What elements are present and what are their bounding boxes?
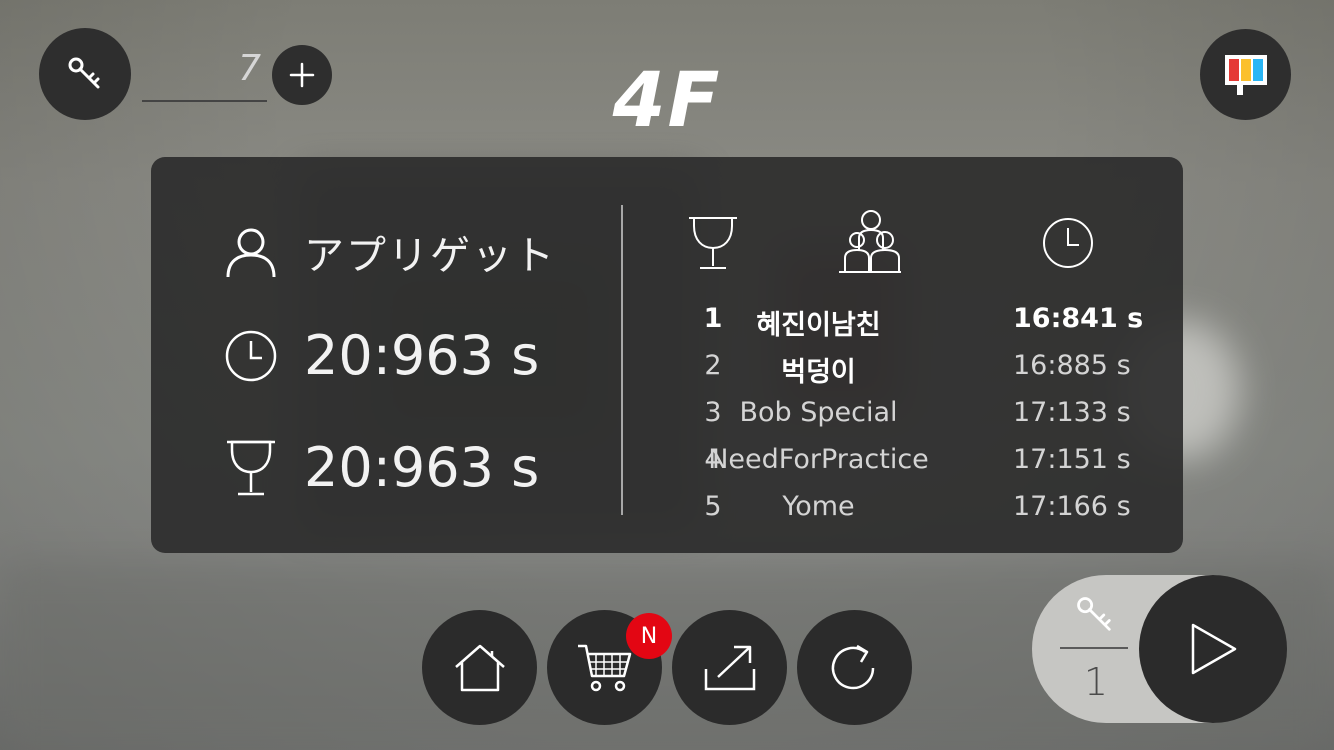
player-name: アプリゲット <box>304 233 556 279</box>
key-cost-icon <box>1072 592 1118 638</box>
share-icon <box>704 645 755 690</box>
leaderboard-row: 4 NeedForPractice 17:151 s <box>671 438 1151 485</box>
player-row: アプリゲット <box>223 223 556 281</box>
current-time: 20:963 s <box>304 324 540 387</box>
share-button[interactable] <box>672 610 787 725</box>
time-row: 20:963 s <box>223 324 539 387</box>
leaderboard-row: 5 Yome 17:166 s <box>671 485 1151 532</box>
player-name: Bob Special <box>739 397 898 428</box>
cost-divider <box>1060 647 1128 649</box>
best-time: 20:963 s <box>304 436 540 499</box>
retry-icon <box>831 644 874 689</box>
leaderboard-row: 1 혜진이남친 16:841 s <box>671 297 1151 344</box>
clock-icon <box>223 328 279 384</box>
home-button[interactable] <box>422 610 537 725</box>
ranking-board-button[interactable] <box>1200 29 1291 120</box>
record-time: 17:133 s <box>1013 397 1131 428</box>
cart-icon <box>577 644 631 691</box>
player-name: 벅덩이 <box>781 357 856 388</box>
result-panel: アプリゲット 20:963 s 20:963 s 1 혜진이남친 16:841 … <box>151 157 1183 553</box>
play-icon <box>1191 623 1237 675</box>
leaderboard-list: 1 혜진이남친 16:841 s 2 벅덩이 16:885 s 3 Bob Sp… <box>671 297 1151 532</box>
player-name: NeedForPractice <box>708 444 929 475</box>
user-icon <box>223 224 279 280</box>
record-time: 16:841 s <box>1013 303 1144 334</box>
key-cost: 1 <box>1083 660 1109 704</box>
leaderboard-row: 2 벅덩이 16:885 s <box>671 344 1151 391</box>
floor-title: 4F <box>612 55 722 144</box>
players-icon <box>834 205 906 277</box>
play-button[interactable] <box>1139 575 1287 723</box>
leaderboard-row: 3 Bob Special 17:133 s <box>671 391 1151 438</box>
player-name: 혜진이남친 <box>756 310 881 341</box>
record-time: 17:166 s <box>1013 491 1131 522</box>
record-time: 16:885 s <box>1013 350 1131 381</box>
record-time: 17:151 s <box>1013 444 1131 475</box>
board-icon <box>1224 54 1267 95</box>
new-badge: N <box>626 613 672 659</box>
player-name: Yome <box>782 491 855 522</box>
home-icon <box>454 644 505 691</box>
rank-clock-icon <box>1038 213 1098 273</box>
retry-button[interactable] <box>797 610 912 725</box>
best-row: 20:963 s <box>223 436 539 499</box>
trophy-icon <box>223 440 279 496</box>
rank-trophy-icon <box>683 213 743 273</box>
